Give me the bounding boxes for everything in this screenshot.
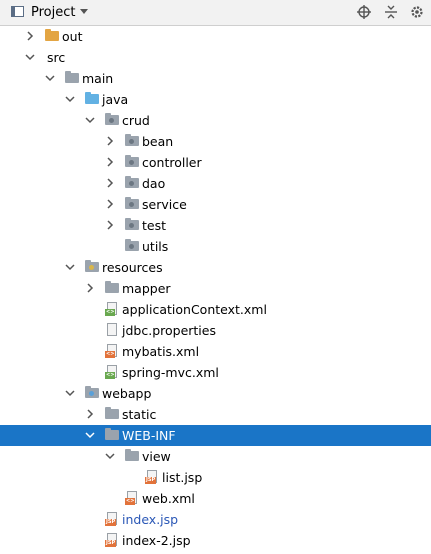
- chevron-down-icon[interactable]: [65, 94, 75, 104]
- folder-orange-icon: [45, 29, 61, 43]
- tree-row-view[interactable]: view: [0, 446, 431, 467]
- tree-row-bean[interactable]: bean: [0, 131, 431, 152]
- chevron-down-icon[interactable]: [80, 9, 88, 14]
- tree-row-java[interactable]: java: [0, 89, 431, 110]
- tree-item-label: crud: [122, 113, 150, 128]
- spring-xml-file-icon: <>: [105, 365, 121, 379]
- tree-row-src[interactable]: src: [0, 47, 431, 68]
- tree-row-resources[interactable]: resources: [0, 257, 431, 278]
- package-icon: [125, 197, 141, 211]
- chevron-right-icon[interactable]: [105, 220, 115, 230]
- project-view-title[interactable]: Project: [31, 5, 75, 20]
- folder-icon: [65, 71, 81, 85]
- tree-item-label: bean: [142, 134, 174, 149]
- settings-gear-icon[interactable]: [409, 4, 425, 20]
- tree-row-index-2-jsp[interactable]: JSP index-2.jsp: [0, 530, 431, 551]
- tree-item-label: out: [62, 29, 83, 44]
- package-icon: [125, 134, 141, 148]
- source-folder-icon: [85, 92, 101, 106]
- tree-row-main[interactable]: main: [0, 68, 431, 89]
- tree-item-label: main: [82, 71, 114, 86]
- package-icon: [105, 113, 121, 127]
- chevron-right-icon[interactable]: [105, 157, 115, 167]
- tree-item-label: src: [47, 50, 66, 65]
- tree-item-label: spring-mvc.xml: [122, 365, 219, 380]
- tree-row-list-jsp[interactable]: JSP list.jsp: [0, 467, 431, 488]
- xml-file-icon: <>: [105, 344, 121, 358]
- chevron-right-icon[interactable]: [85, 283, 95, 293]
- tree-item-label: utils: [142, 239, 169, 254]
- chevron-right-icon[interactable]: [105, 199, 115, 209]
- folder-icon: [125, 449, 141, 463]
- tree-row-spring-mvc-xml[interactable]: <> spring-mvc.xml: [0, 362, 431, 383]
- chevron-down-icon[interactable]: [65, 388, 75, 398]
- tree-item-label: static: [122, 407, 157, 422]
- tree-row-service[interactable]: service: [0, 194, 431, 215]
- tree-item-label: view: [142, 449, 171, 464]
- chevron-down-icon[interactable]: [25, 52, 35, 62]
- package-icon: [125, 176, 141, 190]
- tree-item-label: list.jsp: [162, 470, 203, 485]
- jsp-file-icon: JSP: [145, 470, 161, 484]
- chevron-down-icon[interactable]: [85, 115, 95, 125]
- tree-item-label: service: [142, 197, 187, 212]
- tree-row-web-xml[interactable]: <> web.xml: [0, 488, 431, 509]
- tree-row-crud[interactable]: crud: [0, 110, 431, 131]
- spring-xml-file-icon: <>: [105, 302, 121, 316]
- package-icon: [125, 239, 141, 253]
- resources-folder-icon: [85, 260, 101, 274]
- jsp-file-icon: JSP: [105, 512, 121, 526]
- tree-row-index-jsp[interactable]: JSP index.jsp: [0, 509, 431, 530]
- web-folder-icon: [85, 386, 101, 400]
- package-icon: [125, 218, 141, 232]
- tree-item-label: applicationContext.xml: [122, 302, 267, 317]
- tree-row-web-inf[interactable]: WEB-INF: [0, 425, 431, 446]
- tree-item-label: dao: [142, 176, 166, 191]
- project-window-icon: [11, 6, 24, 17]
- folder-icon: [105, 407, 121, 421]
- tree-item-label: web.xml: [142, 491, 195, 506]
- tree-row-controller[interactable]: controller: [0, 152, 431, 173]
- tree-item-label: java: [102, 92, 129, 107]
- folder-icon: [105, 428, 121, 442]
- folder-icon: [105, 281, 121, 295]
- tree-row-mybatis-xml[interactable]: <> mybatis.xml: [0, 341, 431, 362]
- tree-item-label: mybatis.xml: [122, 344, 200, 359]
- tree-row-jdbc-properties[interactable]: jdbc.properties: [0, 320, 431, 341]
- tree-item-label: jdbc.properties: [122, 323, 216, 338]
- chevron-right-icon[interactable]: [105, 178, 115, 188]
- tree-row-webapp[interactable]: webapp: [0, 383, 431, 404]
- tree-row-test[interactable]: test: [0, 215, 431, 236]
- tree-item-label: controller: [142, 155, 202, 170]
- jsp-file-icon: JSP: [105, 533, 121, 547]
- locate-target-icon[interactable]: [356, 4, 372, 20]
- chevron-down-icon[interactable]: [65, 262, 75, 272]
- tree-item-label: test: [142, 218, 167, 233]
- chevron-right-icon[interactable]: [25, 31, 35, 41]
- chevron-down-icon[interactable]: [85, 430, 95, 440]
- tree-item-label: index.jsp: [122, 512, 179, 527]
- tree-row-applicationcontext-xml[interactable]: <> applicationContext.xml: [0, 299, 431, 320]
- tree-row-mapper[interactable]: mapper: [0, 278, 431, 299]
- project-toolbar: Project: [0, 0, 431, 26]
- chevron-right-icon[interactable]: [85, 409, 95, 419]
- chevron-right-icon[interactable]: [105, 136, 115, 146]
- tree-item-label: mapper: [122, 281, 171, 296]
- chevron-down-icon[interactable]: [45, 73, 55, 83]
- tree-item-label: WEB-INF: [122, 428, 176, 443]
- tree-item-label: index-2.jsp: [122, 533, 191, 548]
- properties-file-icon: [105, 323, 121, 337]
- tree-row-out[interactable]: out: [0, 26, 431, 47]
- tree-row-static[interactable]: static: [0, 404, 431, 425]
- package-icon: [125, 155, 141, 169]
- tree-item-label: webapp: [102, 386, 152, 401]
- collapse-all-icon[interactable]: [383, 4, 399, 20]
- chevron-down-icon[interactable]: [105, 451, 115, 461]
- tree-row-utils[interactable]: utils: [0, 236, 431, 257]
- tree-item-label: resources: [102, 260, 163, 275]
- tree-row-dao[interactable]: dao: [0, 173, 431, 194]
- xml-file-icon: <>: [125, 491, 141, 505]
